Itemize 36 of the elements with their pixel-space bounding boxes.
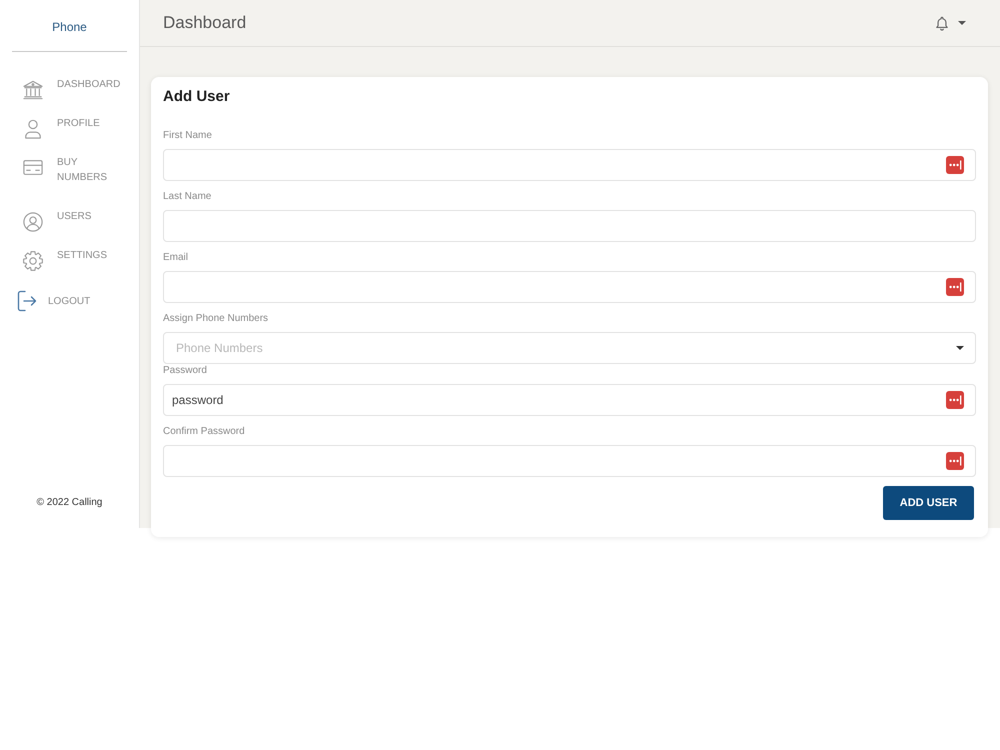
field-label: First Name bbox=[163, 129, 213, 143]
nav-item[interactable]: DASHBOARD bbox=[0, 77, 120, 100]
bell-icon[interactable] bbox=[935, 16, 949, 30]
field-label: Email bbox=[163, 251, 190, 265]
dots-icon[interactable] bbox=[946, 452, 964, 470]
nav-item[interactable]: PROFILE bbox=[0, 116, 100, 139]
field-label: Confirm Password bbox=[163, 425, 246, 439]
person-icon bbox=[22, 119, 44, 139]
nav-item[interactable]: USERS bbox=[0, 209, 92, 232]
nav-item[interactable]: SETTINGS bbox=[0, 248, 108, 271]
select-field[interactable]: Phone Numbers bbox=[163, 332, 976, 364]
settings-icon bbox=[22, 251, 44, 271]
text-field[interactable] bbox=[163, 149, 976, 181]
page-title: Dashboard bbox=[163, 13, 246, 33]
text-field[interactable] bbox=[163, 271, 976, 303]
logout-icon bbox=[17, 290, 37, 312]
user-circle-icon bbox=[22, 212, 44, 232]
text-field[interactable]: password bbox=[163, 384, 976, 416]
logout-link[interactable]: LOGOUT bbox=[0, 290, 90, 312]
copyright-text: © 2022 Calling bbox=[36, 496, 104, 510]
add-user-button[interactable]: ADD USER bbox=[883, 486, 974, 520]
field-label: Password bbox=[163, 364, 208, 378]
field-label: Last Name bbox=[163, 190, 212, 204]
card-icon bbox=[22, 158, 44, 178]
caret-icon[interactable] bbox=[958, 21, 966, 25]
brand-title: Phone bbox=[51, 20, 88, 34]
caret-icon bbox=[956, 346, 964, 350]
field-label: Assign Phone Numbers bbox=[163, 312, 270, 326]
dots-icon[interactable] bbox=[946, 278, 964, 296]
card-title: Add User bbox=[163, 87, 231, 107]
dots-icon[interactable] bbox=[946, 156, 964, 174]
nav-item[interactable]: BUY NUMBERS bbox=[0, 155, 123, 193]
dots-icon[interactable] bbox=[946, 391, 964, 409]
text-field[interactable] bbox=[163, 210, 976, 242]
text-field[interactable] bbox=[163, 445, 976, 477]
bank-icon bbox=[22, 80, 44, 100]
